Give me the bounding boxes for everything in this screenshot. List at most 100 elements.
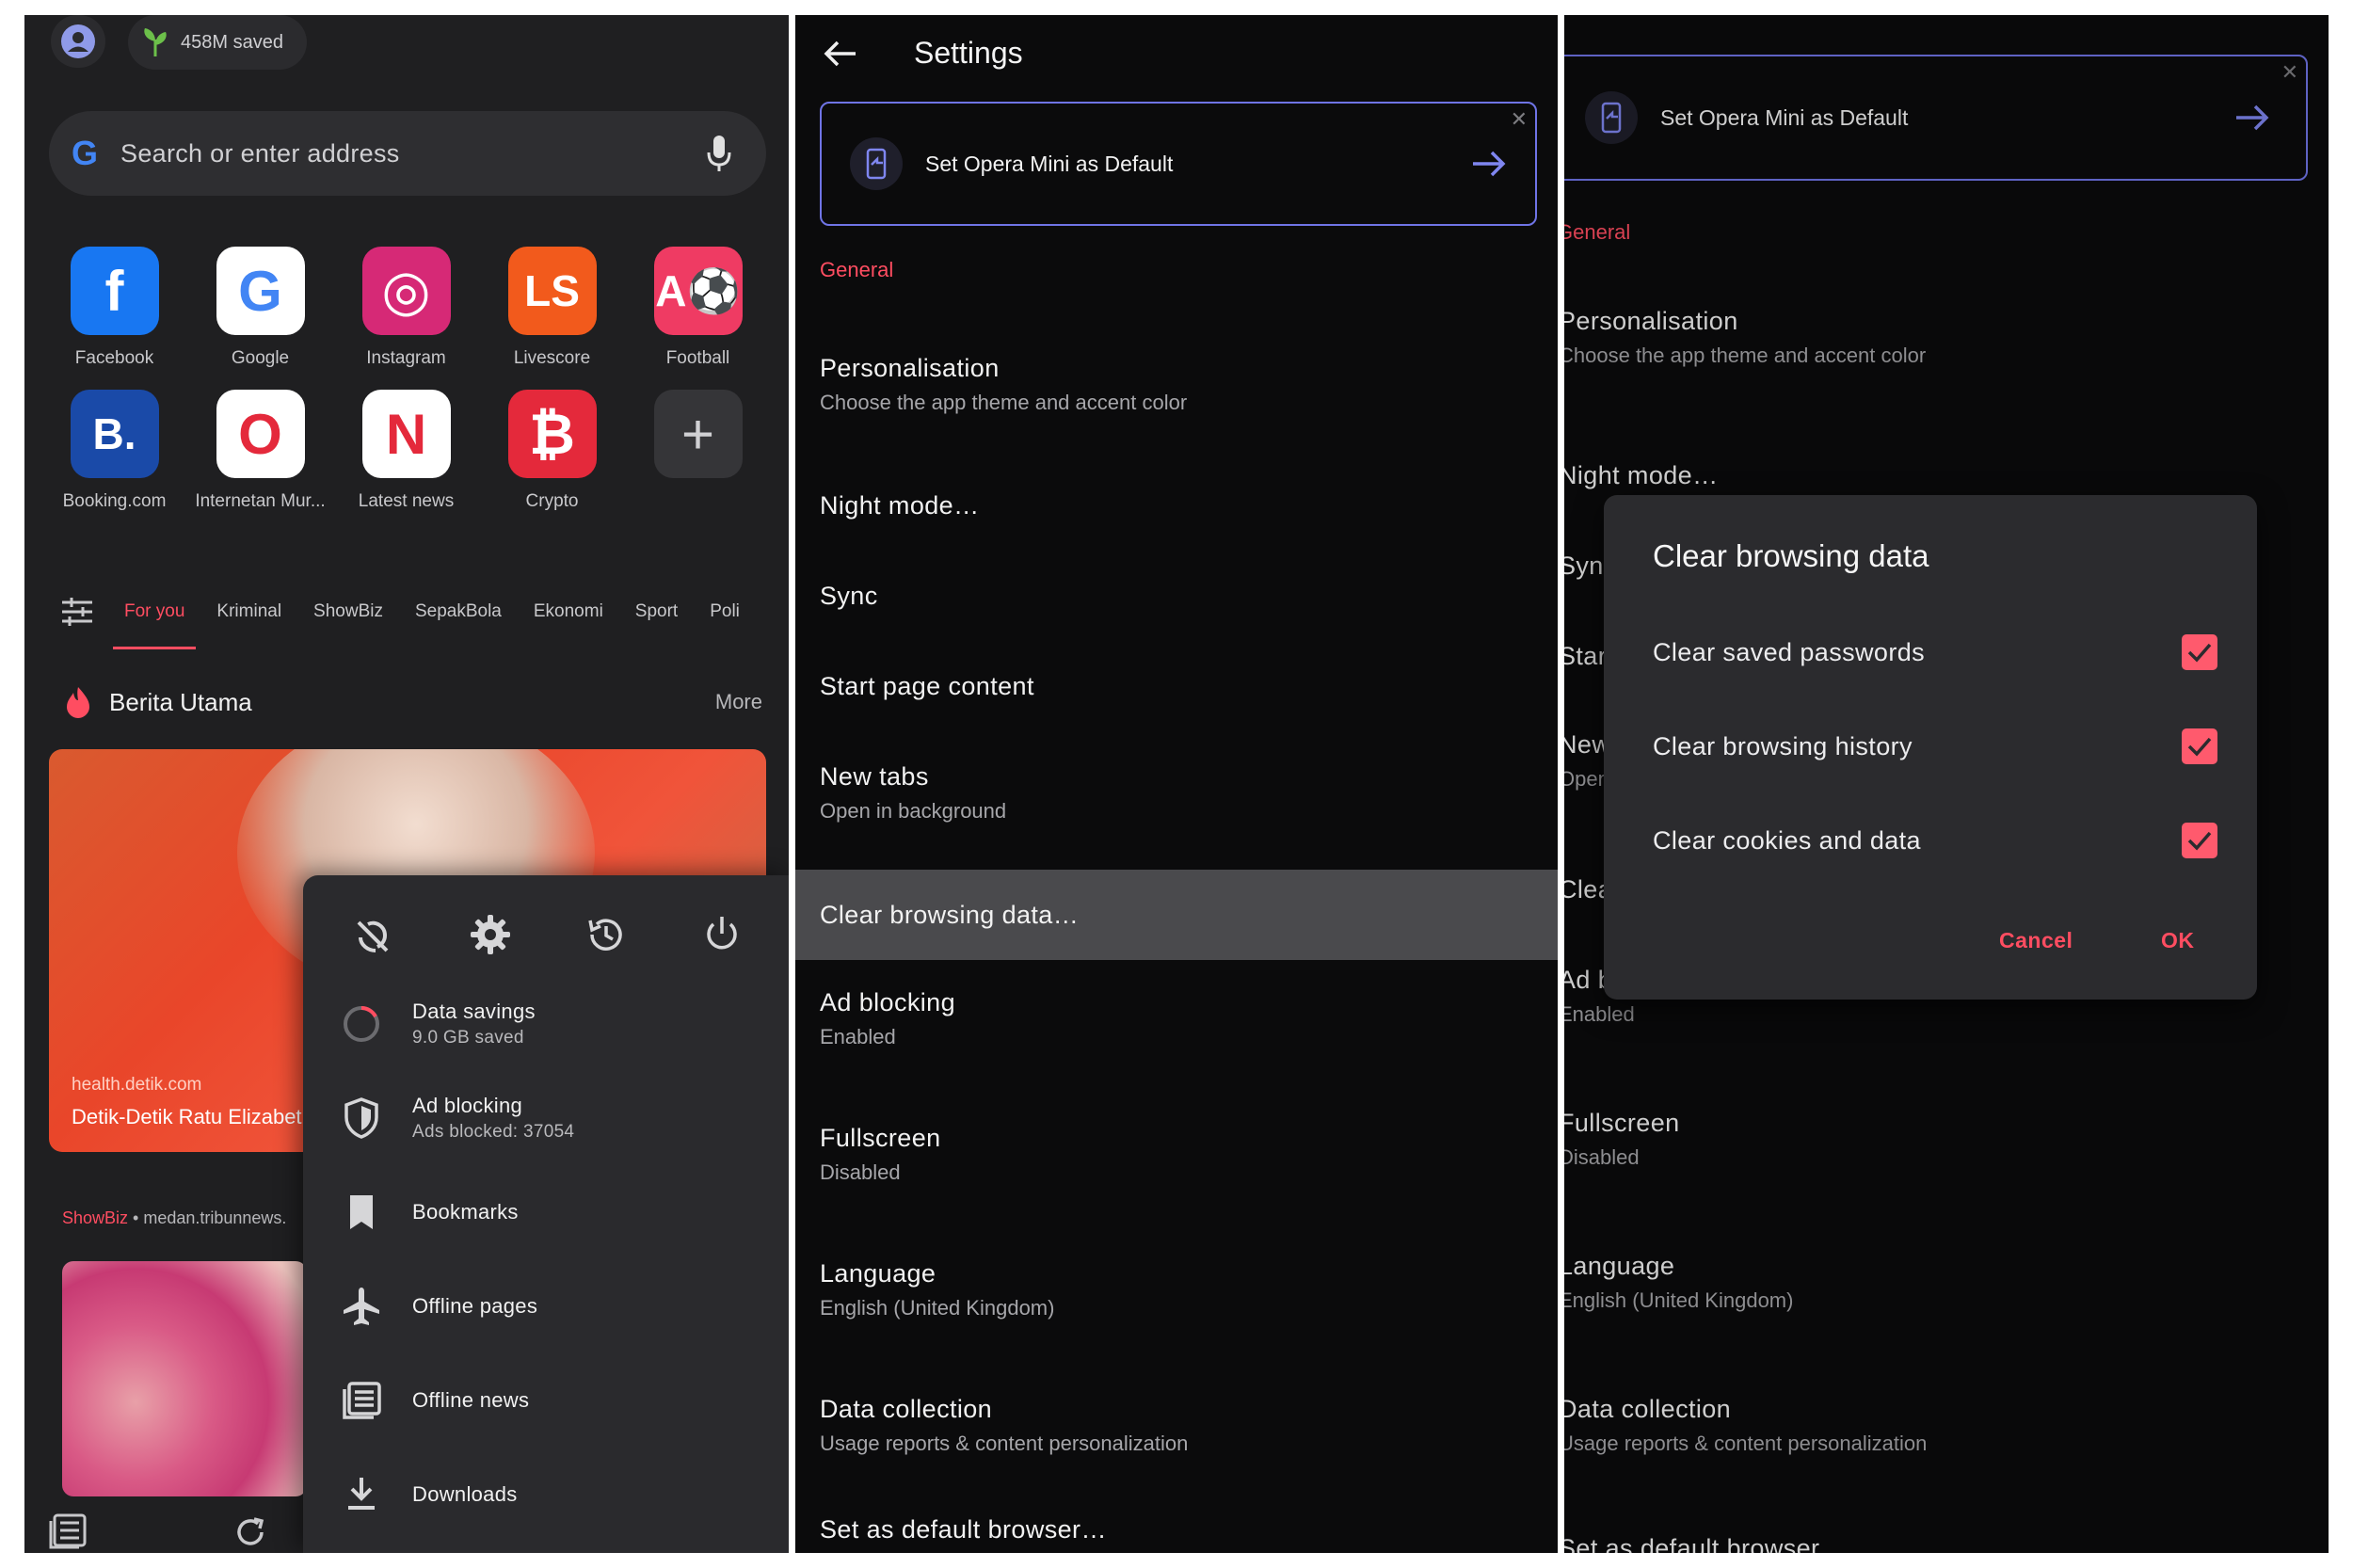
back-arrow-icon[interactable] (824, 40, 857, 68)
home-screen: 458M saved G Search or enter address f Fa… (24, 15, 789, 1553)
menu-item-offline-news[interactable]: Offline news (303, 1353, 789, 1448)
speed-dial-crypto[interactable]: ₿ Crypto (479, 390, 625, 512)
page-title: Settings (914, 36, 1023, 70)
setting-night-mode[interactable]: Night mode… (795, 491, 1558, 520)
checkbox[interactable] (2182, 634, 2217, 670)
speed-dial-label: Google (231, 348, 290, 368)
reload-icon[interactable] (233, 1515, 267, 1549)
history-icon[interactable] (584, 913, 628, 956)
setting-data-collection[interactable]: Data collection Usage reports & content p… (795, 1395, 1558, 1456)
menu-item-label: Downloads (412, 1482, 518, 1506)
setting-fullscreen[interactable]: Fullscreen Disabled (795, 1124, 1558, 1185)
checkbox[interactable] (2182, 728, 2217, 764)
news-category: ShowBiz (62, 1208, 129, 1227)
setting-language[interactable]: Language English (United Kingdom) (795, 1259, 1558, 1320)
speed-dial-google[interactable]: G Google (187, 247, 333, 369)
tab-showbiz[interactable]: ShowBiz (313, 601, 383, 622)
search-placeholder: Search or enter address (120, 138, 400, 168)
dialog-title: Clear browsing data (1653, 538, 1929, 573)
speed-dial-instagram[interactable]: ◎ Instagram (333, 247, 479, 369)
close-icon[interactable]: ✕ (1511, 107, 1528, 132)
speed-dial-label: Latest news (358, 491, 455, 511)
facebook-icon: f (70, 247, 159, 335)
internetan-mur-icon: O (216, 390, 305, 478)
ok-button[interactable]: OK (2161, 928, 2195, 953)
speed-dial-livescore[interactable]: LS Livescore (479, 247, 625, 369)
option-clear-saved-passwords[interactable]: Clear saved passwords (1653, 634, 2217, 670)
menu-item-label: Offline pages (412, 1294, 538, 1318)
menu-item-offline-pages[interactable]: Offline pages (303, 1259, 789, 1353)
profile-button[interactable] (51, 15, 105, 68)
checkbox[interactable] (2182, 823, 2217, 858)
data-saved-chip[interactable]: 458M saved (128, 15, 307, 70)
speed-dial-label: Booking.com (62, 491, 167, 511)
set-default-banner[interactable]: Set Opera Mini as Default ✕ (820, 102, 1537, 226)
setting-sublabel: Enabled (820, 1025, 896, 1048)
settings-dialog-screen: Set Opera Mini as Default ✕ General Pers… (1564, 15, 2329, 1553)
google-icon: G (72, 134, 99, 172)
setting-sync[interactable]: Sync (795, 582, 1558, 611)
setting-personalisation[interactable]: Personalisation Choose the app theme and … (795, 354, 1558, 415)
tab-ekonomi[interactable]: Ekonomi (534, 601, 603, 622)
cancel-button[interactable]: Cancel (1999, 928, 2073, 953)
setting-label: Fullscreen (820, 1124, 941, 1152)
filter-settings-icon[interactable] (62, 598, 92, 626)
tab-kriminal[interactable]: Kriminal (216, 601, 281, 622)
booking-com-icon: B. (70, 390, 159, 478)
menu-item-downloads[interactable]: Downloads (303, 1448, 789, 1542)
setting-label: Language (820, 1259, 936, 1288)
news-feed-icon[interactable] (49, 1513, 87, 1549)
speed-dial-facebook[interactable]: f Facebook (41, 247, 187, 369)
speed-dial-latest-news[interactable]: N Latest news (333, 390, 479, 512)
tab-sepakbola[interactable]: SepakBola (415, 601, 502, 622)
download-icon (335, 1476, 388, 1513)
microphone-icon[interactable] (706, 134, 732, 173)
data-savings-icon (335, 1002, 388, 1046)
menu-item-ad-blocking[interactable]: Ad blocking Ads blocked: 37054 (303, 1071, 789, 1165)
tab-for-you[interactable]: For you (112, 601, 197, 649)
clear-browsing-data-dialog: Clear browsing data Clear saved password… (1604, 495, 2257, 1000)
saved-amount: 458M saved (181, 31, 283, 53)
option-label: Clear cookies and data (1653, 825, 1921, 855)
option-clear-cookies-and-data[interactable]: Clear cookies and data (1653, 823, 2217, 858)
news-thumbnail[interactable] (62, 1261, 307, 1496)
setting-ad-blocking[interactable]: Ad blocking Enabled (795, 988, 1558, 1049)
setting-start-page-content[interactable]: Start page content (795, 672, 1558, 701)
option-label: Clear browsing history (1653, 731, 1913, 760)
menu-item-bookmarks[interactable]: Bookmarks (303, 1165, 789, 1259)
banner-label: Set Opera Mini as Default (925, 151, 1174, 176)
menu-item-label: Data savings (412, 1000, 536, 1023)
airplane-icon (335, 1286, 388, 1327)
setting-clear-browsing-data[interactable]: Clear browsing data… (795, 870, 1558, 960)
section-header: Berita Utama More (66, 685, 762, 719)
option-clear-browsing-history[interactable]: Clear browsing history (1653, 728, 2217, 764)
tab-poli[interactable]: Poli (710, 601, 740, 622)
check-icon (2187, 737, 2212, 757)
speed-dial-label: Football (665, 348, 730, 368)
more-link[interactable]: More (715, 690, 762, 714)
speed-dial-add[interactable]: + (625, 390, 771, 512)
main-menu-sheet: Data savings 9.0 GB saved Ad blocking Ads b… (303, 875, 789, 1553)
speed-dial-booking-com[interactable]: B. Booking.com (41, 390, 187, 512)
arrow-right-icon[interactable] (1471, 149, 1507, 179)
search-input[interactable]: G Search or enter address (49, 111, 766, 196)
menu-item-sublabel: 9.0 GB saved (412, 1028, 524, 1048)
setting-set-as-default-browser[interactable]: Set as default browser… (795, 1515, 1558, 1544)
gear-icon[interactable] (469, 913, 512, 956)
power-icon[interactable] (700, 913, 744, 956)
shield-icon (335, 1096, 388, 1140)
no-images-icon[interactable] (349, 913, 396, 960)
speed-dial-football[interactable]: A⚽ Football (625, 247, 771, 369)
menu-item-data-savings[interactable]: Data savings 9.0 GB saved (303, 977, 789, 1071)
latest-news-icon: N (361, 390, 451, 478)
tab-sport[interactable]: Sport (635, 601, 678, 622)
speed-dial-label: Internetan Mur... (195, 491, 326, 511)
livescore-icon: LS (507, 247, 597, 335)
news-source: • medan.tribunnews. (128, 1208, 287, 1227)
avatar-icon (61, 24, 95, 58)
football-icon: A⚽ (653, 247, 743, 335)
speed-dial-internetan-mur[interactable]: O Internetan Mur... (187, 390, 333, 512)
setting-sublabel: Open in background (820, 799, 1007, 823)
speed-dial-grid: f Facebook G Google ◎ Instagram LS Livescore A⚽ F… (24, 247, 789, 512)
setting-new-tabs[interactable]: New tabs Open in background (795, 762, 1558, 824)
